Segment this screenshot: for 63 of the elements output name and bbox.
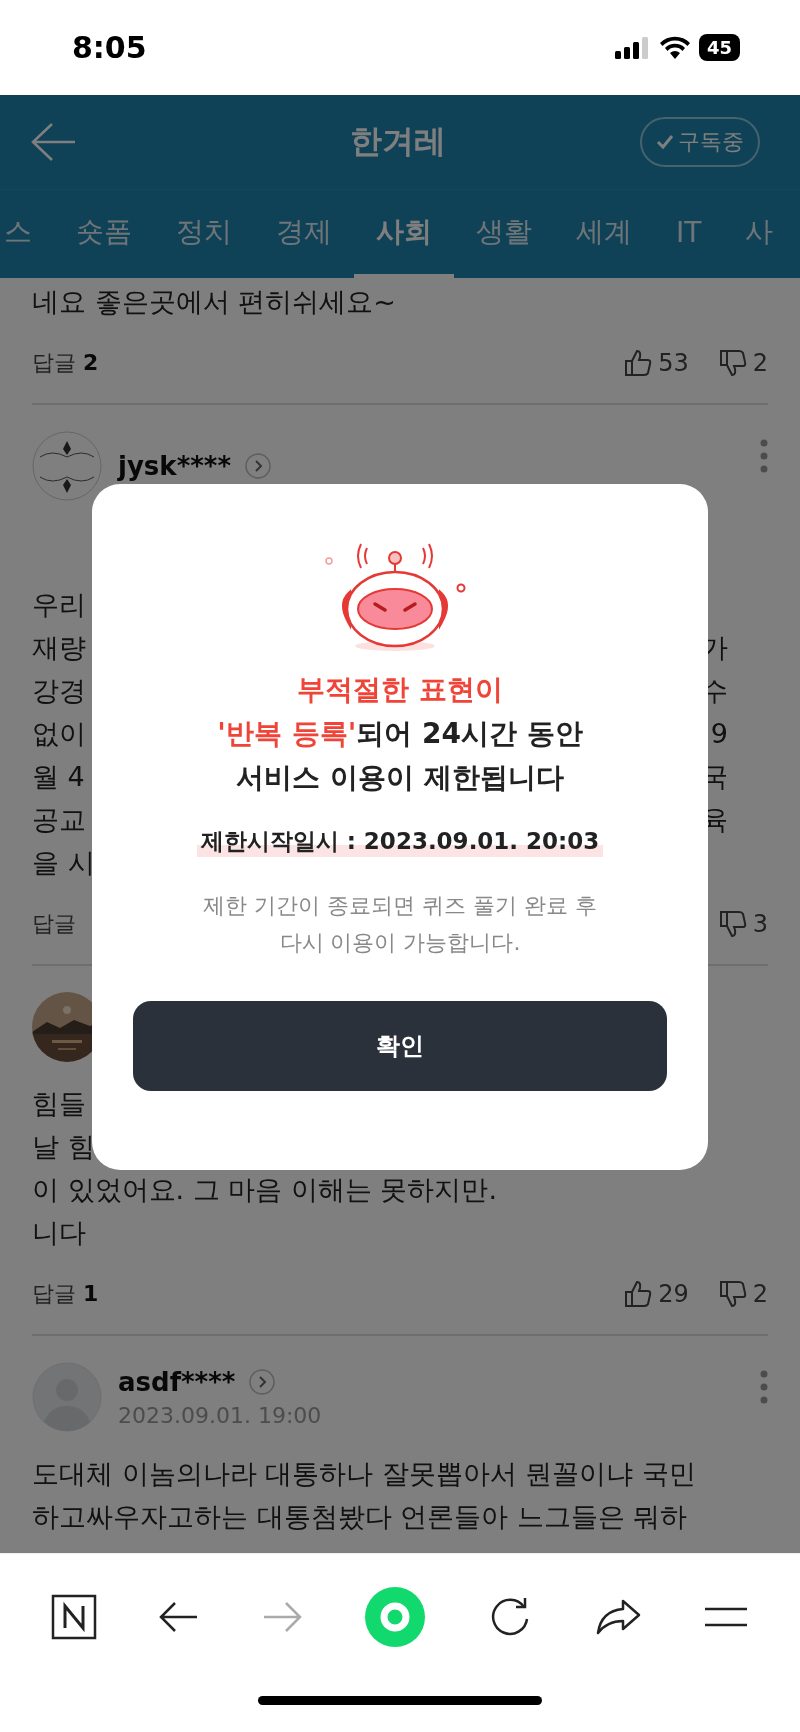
dislike-button[interactable]: 2: [718, 1280, 768, 1308]
thumbs-up-icon: [624, 349, 653, 377]
category-tab[interactable]: 세계: [554, 190, 654, 278]
ornament-avatar-icon: [32, 431, 102, 501]
check-icon: [656, 134, 674, 150]
replies-link[interactable]: 답글 2: [32, 348, 99, 378]
comment-text: 을 시: [32, 846, 95, 880]
status-time: 8:05: [72, 30, 147, 65]
channel-title: 한겨레: [350, 121, 446, 162]
username[interactable]: asdf****: [118, 1366, 236, 1397]
replies-link[interactable]: 답글: [32, 909, 76, 939]
circle-button-icon[interactable]: [364, 1586, 426, 1648]
wifi-icon: [658, 35, 691, 60]
thumbs-down-icon: [718, 349, 747, 377]
dialog-title-line: 부적절한 표현이: [297, 672, 503, 708]
dislike-button[interactable]: 2: [718, 349, 768, 377]
thumbs-down-icon: [718, 910, 747, 938]
chevron-icon[interactable]: [245, 453, 271, 479]
category-tab[interactable]: 정치: [154, 190, 254, 278]
menu-icon[interactable]: [702, 1606, 749, 1628]
signal-icon: [614, 36, 651, 59]
dislike-button[interactable]: 3: [718, 910, 768, 938]
dialog-title-line: 서비스 이용이 제한됩니다: [236, 760, 564, 796]
comment-text: 날 힘: [32, 1130, 95, 1164]
comment-text: 네요 좋은곳에서 편히쉬세요~: [32, 285, 396, 319]
comment-text: 9: [710, 717, 728, 751]
username[interactable]: jysk****: [118, 451, 231, 481]
confirm-button[interactable]: 확인: [133, 1001, 667, 1091]
dialog-title-line: '반복 등록'되어 24시간 동안: [217, 716, 583, 752]
category-tab[interactable]: 생활: [454, 190, 554, 278]
dialog-note: 다시 이용이 가능합니다.: [279, 929, 521, 957]
thumbs-down-icon: [718, 1280, 747, 1308]
share-icon[interactable]: [594, 1597, 641, 1637]
n-logo-icon[interactable]: [51, 1594, 98, 1640]
category-tab[interactable]: 경제: [254, 190, 354, 278]
thumbs-up-icon: [624, 1280, 653, 1308]
category-tab[interactable]: IT: [654, 190, 724, 278]
comment-text: 도대체 이놈의나라 대통하나 잘못뽑아서 뭔꼴이냐 국민: [32, 1457, 696, 1491]
like-button[interactable]: 29: [624, 1280, 689, 1308]
comment-text: 니다: [32, 1216, 86, 1250]
battery-indicator: 45: [698, 34, 740, 61]
replies-link[interactable]: 답글 1: [32, 1279, 99, 1309]
comment-text: 재량: [32, 631, 86, 665]
forward-icon[interactable]: [261, 1601, 302, 1633]
comment-text: 공교: [32, 803, 86, 837]
dialog-note: 제한 기간이 종료되면 퀴즈 풀기 완료 후: [203, 892, 597, 920]
subscribe-button[interactable]: 구독중: [640, 117, 760, 167]
comment-text: 강경: [32, 674, 86, 708]
back-icon[interactable]: [159, 1601, 200, 1633]
more-icon[interactable]: [760, 439, 768, 473]
comment-text: 월 4: [32, 760, 85, 794]
more-icon[interactable]: [760, 1370, 768, 1404]
category-tab[interactable]: 숏폼: [54, 190, 154, 278]
comment-text: 하고싸우자고하는 대통첨봤다 언론들아 느그들은 뭐하: [32, 1500, 688, 1534]
category-tab[interactable]: 스: [0, 190, 54, 278]
chevron-icon[interactable]: [249, 1368, 276, 1395]
comment-text: 힘들: [32, 1087, 86, 1121]
comment-text: 없이: [32, 717, 86, 751]
comment-text: 우리: [32, 588, 86, 622]
category-tab[interactable]: 사회: [354, 190, 454, 278]
comment-text: 이 있었어요. 그 마음 이해는 못하지만.: [32, 1173, 498, 1207]
category-tab[interactable]: 사: [723, 190, 796, 278]
like-button[interactable]: 53: [624, 349, 689, 377]
